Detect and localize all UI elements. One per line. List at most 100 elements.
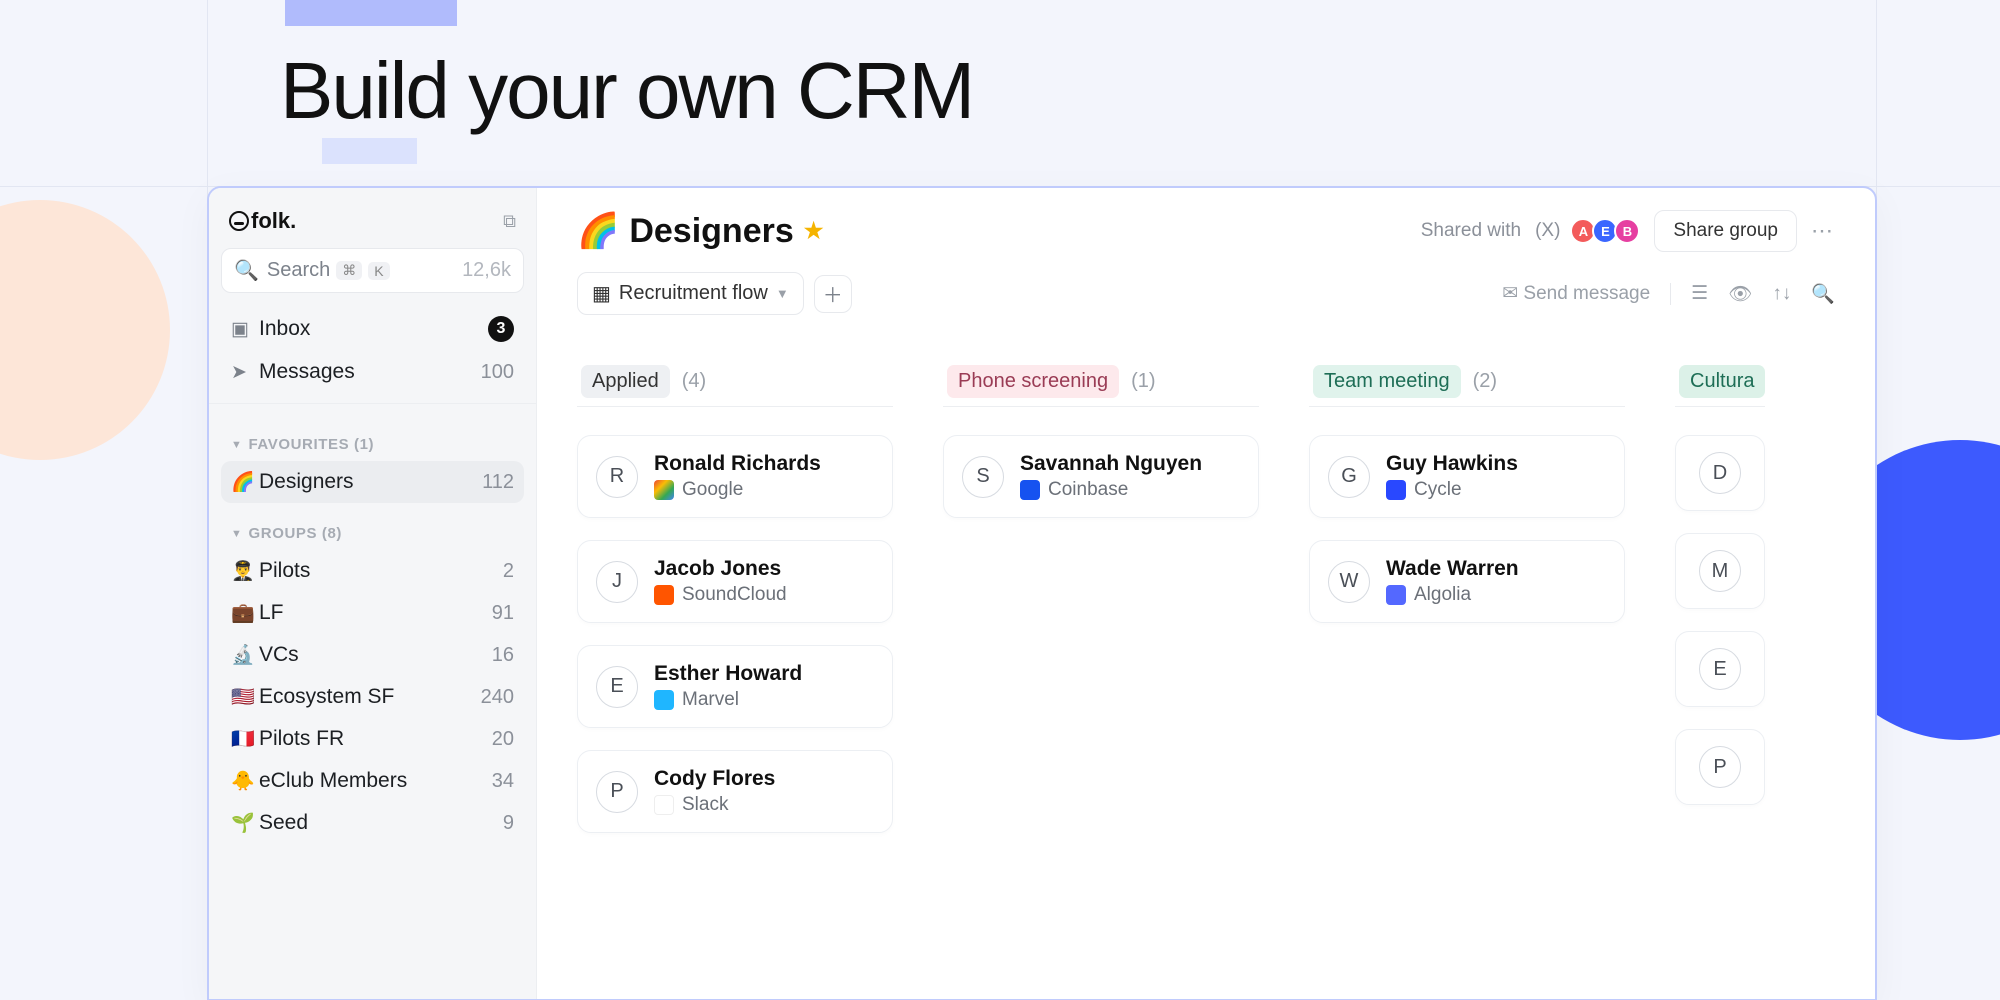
group-icon: 🇺🇸 [231, 685, 259, 709]
sidebar-item-count: 2 [503, 560, 514, 583]
group-icon: 🔬 [231, 643, 259, 667]
board-column-applied: Applied (4) R Ronald Richards Google J Ja… [577, 365, 893, 855]
favourites-heading[interactable]: ▼ FAVOURITES (1) [221, 414, 524, 461]
person-name: Wade Warren [1386, 557, 1519, 581]
company-icon [654, 480, 674, 500]
person-name: Guy Hawkins [1386, 452, 1518, 476]
groups-heading[interactable]: ▼ GROUPS (8) [221, 503, 524, 550]
more-menu-icon[interactable]: ⋯ [1811, 218, 1835, 244]
filter-icon[interactable]: ☰ [1691, 282, 1708, 305]
accent-highlight [285, 0, 457, 26]
share-group-button[interactable]: Share group [1654, 210, 1797, 252]
person-card[interactable]: E Esther Howard Marvel [577, 645, 893, 728]
person-card[interactable]: S Savannah Nguyen Coinbase [943, 435, 1259, 518]
page-title: 🌈 Designers ★ [577, 211, 823, 251]
person-card[interactable]: J Jacob Jones SoundCloud [577, 540, 893, 623]
person-avatar: J [596, 561, 638, 603]
sidebar-item-lf[interactable]: 💼 LF 91 [221, 592, 524, 634]
group-icon: 👨‍✈️ [231, 559, 259, 583]
column-tag[interactable]: Applied [581, 365, 670, 398]
person-card[interactable]: W Wade Warren Algolia [1309, 540, 1625, 623]
kanban-board: Applied (4) R Ronald Richards Google J Ja… [577, 365, 1875, 895]
page-title-text: Designers [629, 212, 793, 251]
column-tag[interactable]: Team meeting [1313, 365, 1461, 398]
inbox-icon: ▣ [231, 318, 259, 341]
add-view-button[interactable]: ＋ [814, 275, 852, 313]
group-icon: 💼 [231, 601, 259, 625]
column-tag[interactable]: Phone screening [947, 365, 1119, 398]
company-icon [654, 585, 674, 605]
person-name: Cody Flores [654, 767, 775, 791]
person-card[interactable]: P [1675, 729, 1765, 805]
column-count: (2) [1473, 370, 1497, 393]
group-icon: 🌈 [231, 470, 259, 494]
person-company: Slack [654, 794, 775, 816]
chevron-down-icon: ▼ [231, 439, 243, 451]
column-count: (1) [1131, 370, 1155, 393]
person-name: Esther Howard [654, 662, 802, 686]
person-avatar: S [962, 456, 1004, 498]
sidebar-item-vcs[interactable]: 🔬 VCs 16 [221, 634, 524, 676]
person-card[interactable]: G Guy Hawkins Cycle [1309, 435, 1625, 518]
brand-logo[interactable]: folk. [229, 208, 296, 234]
favourite-star-icon[interactable]: ★ [804, 218, 824, 244]
column-header: Cultura [1675, 365, 1765, 407]
search-placeholder: Search [267, 259, 330, 282]
sidebar-item-label: Designers [259, 470, 354, 494]
sidebar-item-count: 91 [492, 602, 514, 625]
view-selector[interactable]: ▦ Recruitment flow ▼ [577, 272, 804, 315]
page-header: 🌈 Designers ★ Shared with (X) A E B Shar… [577, 210, 1875, 252]
person-avatar: M [1699, 550, 1741, 592]
sidebar-item-ecosystem-sf[interactable]: 🇺🇸 Ecosystem SF 240 [221, 676, 524, 718]
nav-inbox[interactable]: ▣ Inbox 3 [221, 307, 524, 351]
main-content: 🌈 Designers ★ Shared with (X) A E B Shar… [537, 188, 1875, 999]
sidebar-item-pilots-fr[interactable]: 🇫🇷 Pilots FR 20 [221, 718, 524, 760]
company-icon [1020, 480, 1040, 500]
person-card[interactable]: M [1675, 533, 1765, 609]
accent-highlight [322, 138, 417, 164]
collapse-sidebar-icon[interactable]: ⧉ [503, 211, 516, 232]
send-message-button[interactable]: ✉ Send message [1502, 282, 1650, 305]
search-icon[interactable]: 🔍 [1811, 282, 1835, 306]
sidebar-item-seed[interactable]: 🌱 Seed 9 [221, 802, 524, 844]
person-card[interactable]: E [1675, 631, 1765, 707]
column-header: Applied (4) [577, 365, 893, 407]
search-count: 12,6k [462, 259, 511, 282]
board-column-phone: Phone screening (1) S Savannah Nguyen Coi… [943, 365, 1259, 855]
visibility-icon[interactable]: 👁 [1728, 282, 1752, 306]
group-icon: 🌱 [231, 811, 259, 835]
send-icon: ➤ [231, 361, 259, 384]
person-company: SoundCloud [654, 584, 787, 606]
sort-icon[interactable]: ↑↓ [1772, 283, 1791, 305]
sidebar-item-designers[interactable]: 🌈 Designers 112 [221, 461, 524, 503]
column-header: Phone screening (1) [943, 365, 1259, 407]
messages-count: 100 [481, 361, 514, 384]
person-avatar: E [596, 666, 638, 708]
column-count: (4) [682, 370, 706, 393]
sidebar-item-label: Ecosystem SF [259, 685, 394, 709]
sidebar-item-eclub-members[interactable]: 🐥 eClub Members 34 [221, 760, 524, 802]
shared-avatars[interactable]: A E B [1574, 218, 1640, 244]
person-avatar: E [1699, 648, 1741, 690]
sidebar-item-label: LF [259, 601, 284, 625]
person-avatar: D [1699, 452, 1741, 494]
person-avatar: W [1328, 561, 1370, 603]
person-card[interactable]: D [1675, 435, 1765, 511]
person-card[interactable]: P Cody Flores Slack [577, 750, 893, 833]
board-column-team: Team meeting (2) G Guy Hawkins Cycle W Wa… [1309, 365, 1625, 855]
view-label: Recruitment flow [619, 282, 768, 305]
company-icon [654, 795, 674, 815]
person-card[interactable]: R Ronald Richards Google [577, 435, 893, 518]
person-company: Marvel [654, 689, 802, 711]
inbox-badge: 3 [488, 316, 514, 342]
person-company: Cycle [1386, 479, 1518, 501]
sidebar-item-label: Seed [259, 811, 308, 835]
search-input[interactable]: 🔍 Search ⌘ K 12,6k [221, 248, 524, 293]
column-header: Team meeting (2) [1309, 365, 1625, 407]
nav-label: Inbox [259, 317, 310, 341]
sidebar-item-pilots[interactable]: 👨‍✈️ Pilots 2 [221, 550, 524, 592]
column-tag[interactable]: Cultura [1679, 365, 1765, 398]
board-icon: ▦ [592, 281, 611, 306]
page-icon: 🌈 [577, 211, 619, 251]
nav-messages[interactable]: ➤ Messages 100 [221, 351, 524, 393]
